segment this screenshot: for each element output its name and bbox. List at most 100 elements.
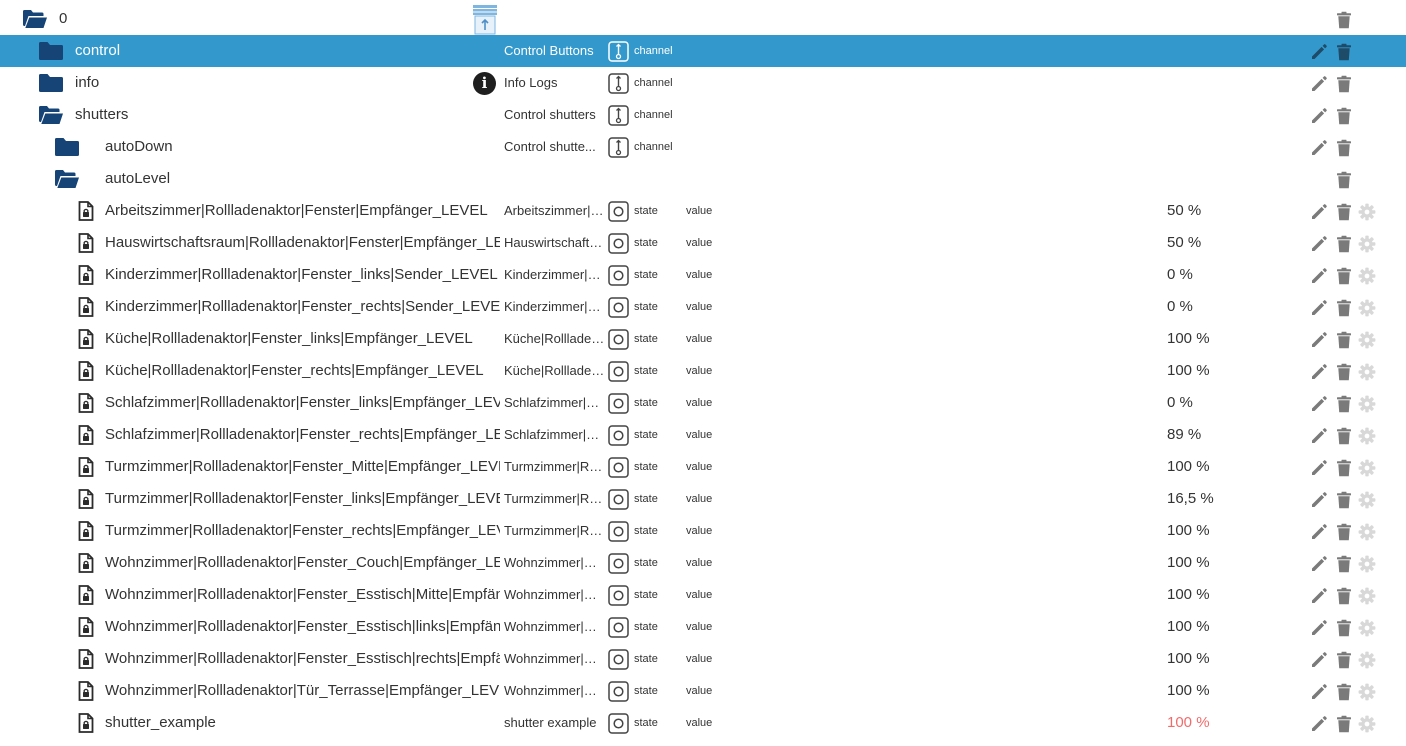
file-lock-icon[interactable]	[78, 329, 94, 354]
row-value[interactable]: 100 %	[1167, 643, 1210, 675]
delete-trash-icon[interactable]	[1335, 331, 1353, 349]
edit-pencil-icon[interactable]	[1310, 203, 1328, 221]
edit-pencil-icon[interactable]	[1310, 267, 1328, 285]
edit-pencil-icon[interactable]	[1310, 331, 1328, 349]
tree-row-state[interactable]: Hauswirtschaftsraum|Rollladenaktor|Fenst…	[0, 227, 1406, 259]
tree-row-state[interactable]: Turmzimmer|Rollladenaktor|Fenster_links|…	[0, 483, 1406, 515]
tree-row-info[interactable]: info i Info Logs channel	[0, 67, 1406, 99]
settings-gear-icon[interactable]	[1358, 363, 1376, 381]
edit-pencil-icon[interactable]	[1310, 235, 1328, 253]
delete-trash-icon[interactable]	[1335, 651, 1353, 669]
file-lock-icon[interactable]	[78, 521, 94, 546]
file-lock-icon[interactable]	[78, 265, 94, 290]
tree-row-state[interactable]: Schlafzimmer|Rollladenaktor|Fenster_rech…	[0, 419, 1406, 451]
delete-trash-icon[interactable]	[1335, 395, 1353, 413]
edit-pencil-icon[interactable]	[1310, 299, 1328, 317]
delete-trash-icon[interactable]	[1335, 171, 1353, 189]
row-value[interactable]: 100 %	[1167, 579, 1210, 611]
row-value[interactable]: 100 %	[1167, 707, 1210, 739]
settings-gear-icon[interactable]	[1358, 523, 1376, 541]
delete-trash-icon[interactable]	[1335, 299, 1353, 317]
edit-pencil-icon[interactable]	[1310, 459, 1328, 477]
tree-row-state[interactable]: Wohnzimmer|Rollladenaktor|Fenster_Couch|…	[0, 547, 1406, 579]
row-value[interactable]: 0 %	[1167, 387, 1193, 419]
file-lock-icon[interactable]	[78, 361, 94, 386]
settings-gear-icon[interactable]	[1358, 299, 1376, 317]
folder-closed-icon[interactable]	[54, 137, 80, 162]
delete-trash-icon[interactable]	[1335, 203, 1353, 221]
delete-trash-icon[interactable]	[1335, 11, 1353, 29]
file-lock-icon[interactable]	[78, 201, 94, 226]
folder-open-icon[interactable]	[38, 105, 64, 130]
delete-trash-icon[interactable]	[1335, 491, 1353, 509]
tree-row-state[interactable]: Wohnzimmer|Rollladenaktor|Fenster_Esstis…	[0, 643, 1406, 675]
edit-pencil-icon[interactable]	[1310, 75, 1328, 93]
delete-trash-icon[interactable]	[1335, 715, 1353, 733]
settings-gear-icon[interactable]	[1358, 491, 1376, 509]
delete-trash-icon[interactable]	[1335, 523, 1353, 541]
tree-row-autoDown[interactable]: autoDown Control shutte... channel	[0, 131, 1406, 163]
edit-pencil-icon[interactable]	[1310, 683, 1328, 701]
row-value[interactable]: 50 %	[1167, 195, 1201, 227]
delete-trash-icon[interactable]	[1335, 619, 1353, 637]
tree-row-state[interactable]: Arbeitszimmer|Rollladenaktor|Fenster|Emp…	[0, 195, 1406, 227]
edit-pencil-icon[interactable]	[1310, 523, 1328, 541]
delete-trash-icon[interactable]	[1335, 43, 1353, 61]
file-lock-icon[interactable]	[78, 297, 94, 322]
tree-row-shutters[interactable]: shutters Control shutters channel	[0, 99, 1406, 131]
file-lock-icon[interactable]	[78, 489, 94, 514]
edit-pencil-icon[interactable]	[1310, 555, 1328, 573]
file-lock-icon[interactable]	[78, 425, 94, 450]
file-lock-icon[interactable]	[78, 553, 94, 578]
row-value[interactable]: 100 %	[1167, 355, 1210, 387]
file-lock-icon[interactable]	[78, 233, 94, 258]
edit-pencil-icon[interactable]	[1310, 139, 1328, 157]
tree-row-state[interactable]: Kinderzimmer|Rollladenaktor|Fenster_link…	[0, 259, 1406, 291]
row-value[interactable]: 100 %	[1167, 675, 1210, 707]
settings-gear-icon[interactable]	[1358, 267, 1376, 285]
file-lock-icon[interactable]	[78, 713, 94, 738]
delete-trash-icon[interactable]	[1335, 683, 1353, 701]
delete-trash-icon[interactable]	[1335, 555, 1353, 573]
folder-open-icon[interactable]	[22, 9, 48, 34]
delete-trash-icon[interactable]	[1335, 459, 1353, 477]
delete-trash-icon[interactable]	[1335, 363, 1353, 381]
tree-row-state[interactable]: Wohnzimmer|Rollladenaktor|Tür_Terrasse|E…	[0, 675, 1406, 707]
settings-gear-icon[interactable]	[1358, 331, 1376, 349]
delete-trash-icon[interactable]	[1335, 75, 1353, 93]
delete-trash-icon[interactable]	[1335, 267, 1353, 285]
row-value[interactable]: 100 %	[1167, 515, 1210, 547]
tree-row-root[interactable]: 0	[0, 3, 1406, 35]
row-value[interactable]: 89 %	[1167, 419, 1201, 451]
row-value[interactable]: 50 %	[1167, 227, 1201, 259]
tree-row-state[interactable]: Schlafzimmer|Rollladenaktor|Fenster_link…	[0, 387, 1406, 419]
edit-pencil-icon[interactable]	[1310, 107, 1328, 125]
delete-trash-icon[interactable]	[1335, 139, 1353, 157]
settings-gear-icon[interactable]	[1358, 555, 1376, 573]
edit-pencil-icon[interactable]	[1310, 427, 1328, 445]
delete-trash-icon[interactable]	[1335, 427, 1353, 445]
folder-closed-icon[interactable]	[38, 73, 64, 98]
row-value[interactable]: 0 %	[1167, 291, 1193, 323]
delete-trash-icon[interactable]	[1335, 587, 1353, 605]
tree-row-state[interactable]: shutter_example shutter example state value…	[0, 707, 1406, 739]
row-value[interactable]: 16,5 %	[1167, 483, 1214, 515]
file-lock-icon[interactable]	[78, 393, 94, 418]
file-lock-icon[interactable]	[78, 585, 94, 610]
edit-pencil-icon[interactable]	[1310, 587, 1328, 605]
tree-row-state[interactable]: Turmzimmer|Rollladenaktor|Fenster_rechts…	[0, 515, 1406, 547]
row-value[interactable]: 100 %	[1167, 547, 1210, 579]
file-lock-icon[interactable]	[78, 649, 94, 674]
row-value[interactable]: 100 %	[1167, 611, 1210, 643]
tree-row-state[interactable]: Küche|Rollladenaktor|Fenster_rechts|Empf…	[0, 355, 1406, 387]
settings-gear-icon[interactable]	[1358, 651, 1376, 669]
row-value[interactable]: 100 %	[1167, 451, 1210, 483]
edit-pencil-icon[interactable]	[1310, 395, 1328, 413]
tree-row-state[interactable]: Wohnzimmer|Rollladenaktor|Fenster_Esstis…	[0, 579, 1406, 611]
delete-trash-icon[interactable]	[1335, 107, 1353, 125]
settings-gear-icon[interactable]	[1358, 395, 1376, 413]
tree-row-state[interactable]: Küche|Rollladenaktor|Fenster_links|Empfä…	[0, 323, 1406, 355]
tree-row-autoLevel[interactable]: autoLevel	[0, 163, 1406, 195]
edit-pencil-icon[interactable]	[1310, 651, 1328, 669]
edit-pencil-icon[interactable]	[1310, 715, 1328, 733]
